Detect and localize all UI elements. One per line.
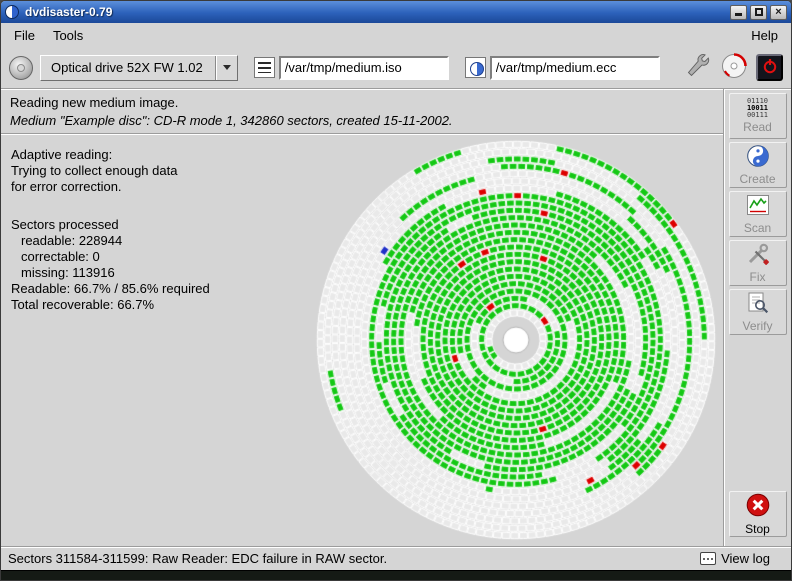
chart-icon [746, 193, 770, 220]
stats-mode-title: Adaptive reading: [11, 147, 210, 163]
menu-file[interactable]: File [5, 25, 44, 46]
window-title: dvdisaster-0.79 [25, 5, 727, 19]
reading-stats: Adaptive reading: Trying to collect enou… [11, 147, 210, 313]
stats-readable: readable: 228944 [11, 233, 210, 249]
view-log-label: View log [721, 551, 770, 566]
stop-icon [745, 492, 771, 521]
drive-icon [9, 56, 33, 80]
stop-button[interactable]: Stop [729, 491, 787, 537]
close-button[interactable]: × [770, 5, 787, 20]
menu-tools[interactable]: Tools [44, 25, 92, 46]
log-icon [700, 552, 716, 565]
main-column: Reading new medium image. Medium "Exampl… [1, 89, 723, 546]
stats-mode-line1: Trying to collect enough data [11, 163, 210, 179]
stats-correctable: correctable: 0 [11, 249, 210, 265]
create-button-label: Create [739, 172, 775, 186]
titlebar[interactable]: dvdisaster-0.79 × [1, 1, 791, 23]
iso-file-icon [254, 57, 275, 78]
disc-logo-icon [721, 53, 747, 82]
view-log-button[interactable]: View log [694, 549, 784, 568]
drive-select-value: Optical drive 52X FW 1.02 [45, 60, 209, 75]
chevron-down-icon [223, 65, 231, 70]
status-line-2: Medium "Example disc": CD-R mode 1, 3428… [10, 113, 714, 128]
drive-select[interactable]: Optical drive 52X FW 1.02 [40, 55, 238, 81]
fix-button[interactable]: Fix [729, 240, 787, 286]
disc-canvas [313, 137, 719, 543]
maximize-button[interactable] [750, 5, 767, 20]
iso-path-input[interactable] [279, 56, 449, 80]
verify-button[interactable]: Verify [729, 289, 787, 335]
action-sidebar: 01110 10011 00111 Read Create [723, 89, 791, 546]
status-line-1: Reading new medium image. [10, 95, 714, 110]
power-icon [762, 58, 778, 77]
minimize-button[interactable] [730, 5, 747, 20]
yin-yang-icon [746, 144, 770, 171]
status-heading: Reading new medium image. Medium "Exampl… [1, 89, 723, 133]
body-row: Reading new medium image. Medium "Exampl… [1, 89, 791, 546]
reading-area: Adaptive reading: Trying to collect enou… [1, 135, 723, 546]
stop-button-label: Stop [745, 522, 770, 536]
quit-button[interactable] [756, 54, 783, 81]
binary-icon: 01110 10011 00111 [747, 98, 768, 119]
app-window: dvdisaster-0.79 × File Tools Help Optica… [0, 0, 792, 581]
bottom-strip [1, 570, 791, 580]
read-button-label: Read [743, 120, 772, 134]
stats-processed-title: Sectors processed [11, 217, 210, 233]
status-message: Sectors 311584-311599: Raw Reader: EDC f… [8, 551, 694, 566]
magnifier-icon [746, 291, 770, 318]
create-button[interactable]: Create [729, 142, 787, 188]
scan-button[interactable]: Scan [729, 191, 787, 237]
read-button[interactable]: 01110 10011 00111 Read [729, 93, 787, 139]
ecc-path-input[interactable] [490, 56, 660, 80]
menubar: File Tools Help [1, 23, 791, 47]
ecc-file-icon [465, 57, 486, 78]
maximize-icon [755, 8, 763, 16]
tools-icon [746, 242, 770, 269]
toolbar: Optical drive 52X FW 1.02 [1, 47, 791, 89]
close-icon: × [775, 7, 781, 18]
statusbar: Sectors 311584-311599: Raw Reader: EDC f… [1, 546, 791, 570]
binary-icon-line: 00111 [747, 112, 768, 119]
stats-readable-summary: Readable: 66.7% / 85.6% required [11, 281, 210, 297]
verify-button-label: Verify [742, 319, 772, 333]
menu-help[interactable]: Help [742, 25, 787, 46]
fix-button-label: Fix [750, 270, 766, 284]
stats-missing: missing: 113916 [11, 265, 210, 281]
stats-mode-line2: for error correction. [11, 179, 210, 195]
app-icon [5, 5, 19, 19]
wrench-icon [685, 53, 711, 82]
combo-divider [215, 56, 217, 80]
minimize-icon [735, 13, 742, 16]
scan-button-label: Scan [744, 221, 771, 235]
medium-info-button[interactable] [720, 54, 748, 82]
preferences-button[interactable] [684, 54, 712, 82]
stats-recoverable-summary: Total recoverable: 66.7% [11, 297, 210, 313]
